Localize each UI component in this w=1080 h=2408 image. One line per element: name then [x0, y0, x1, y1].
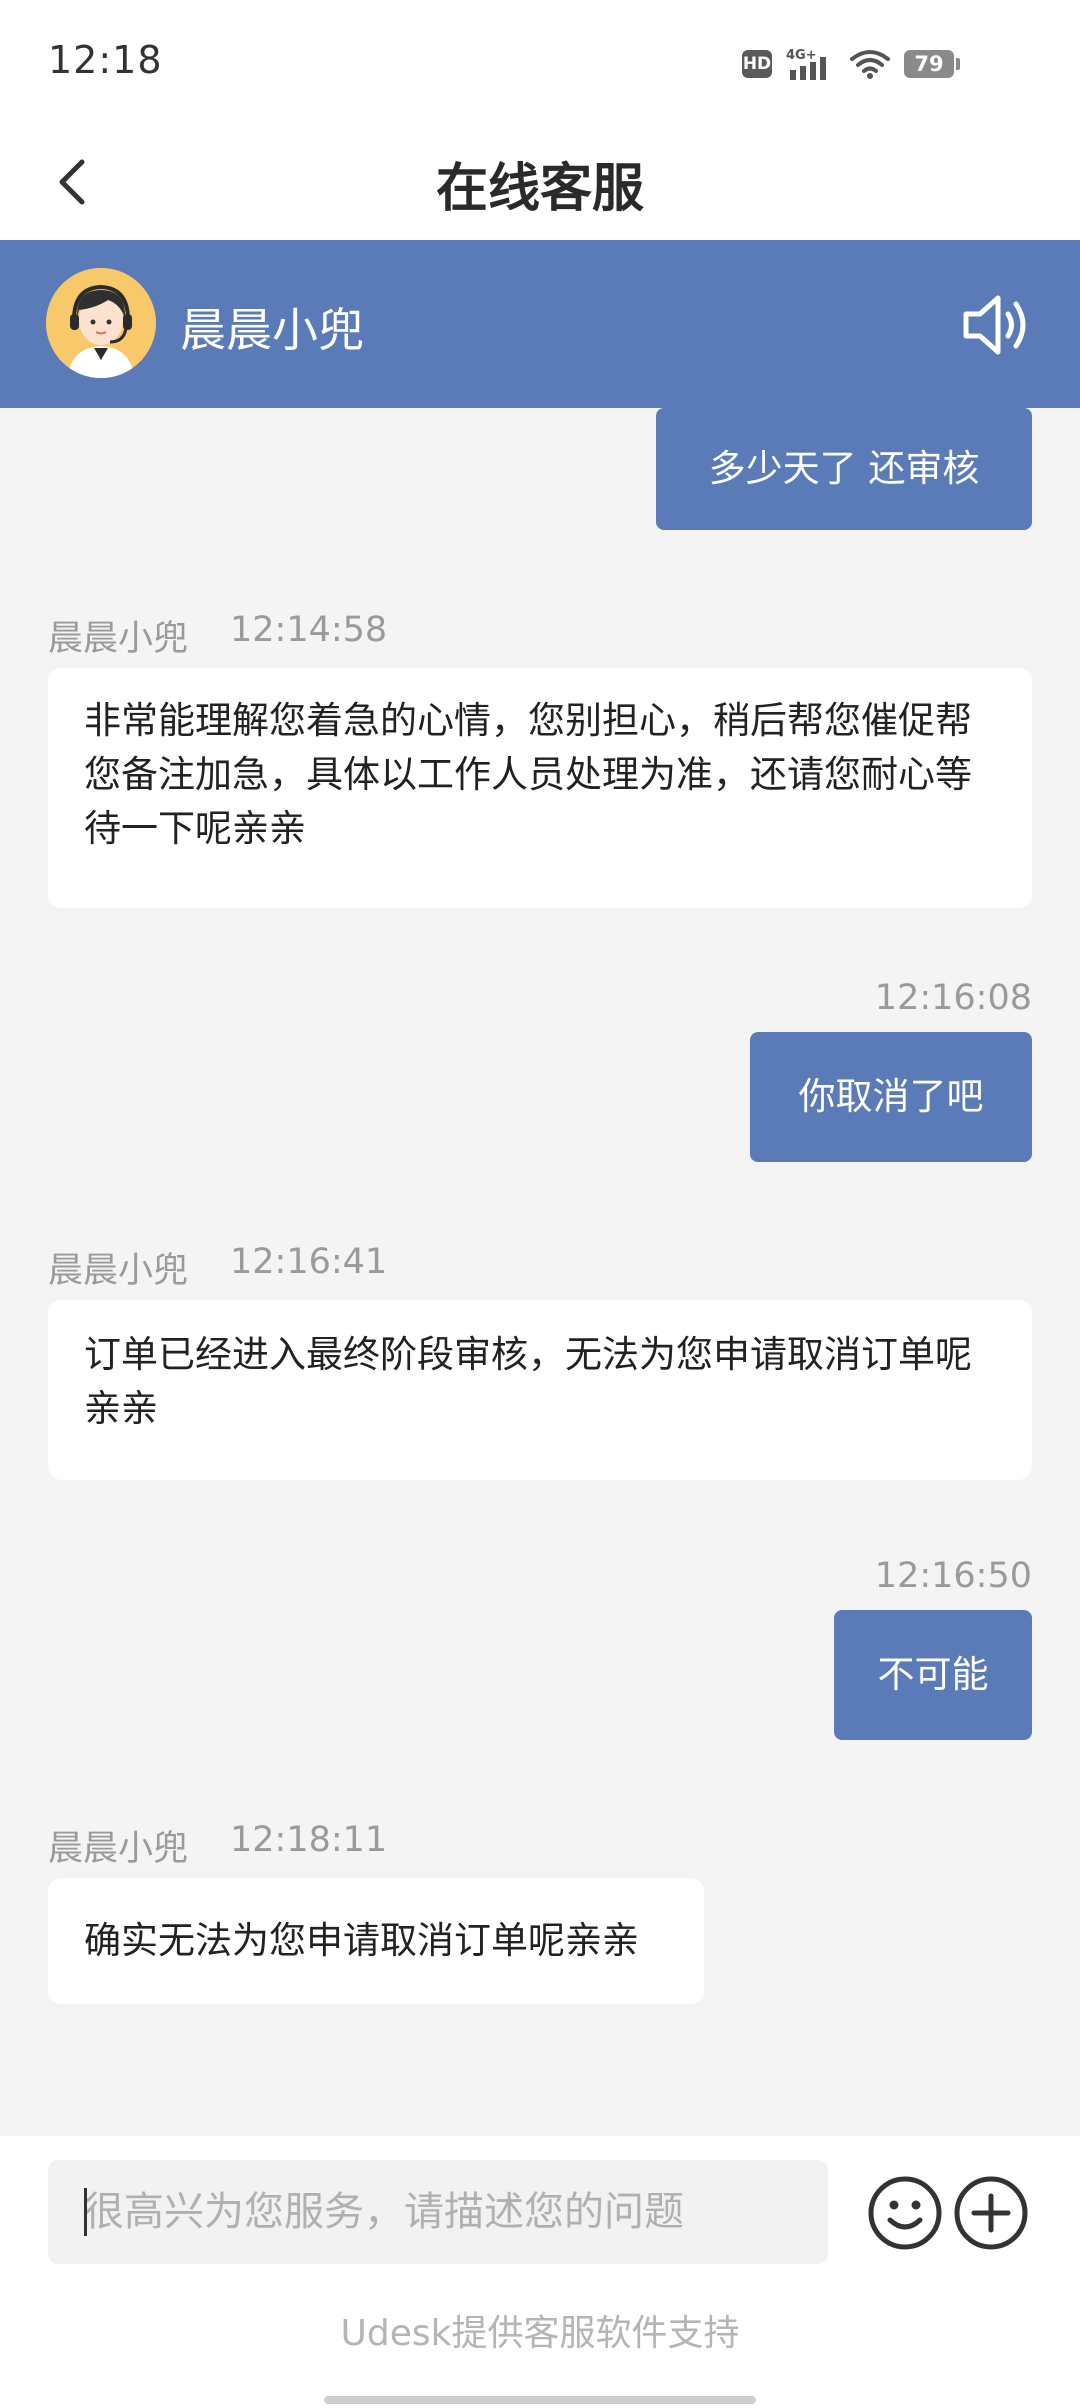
- home-indicator[interactable]: [324, 2396, 756, 2404]
- agent-message[interactable]: 确实无法为您申请取消订单呢亲亲: [48, 1878, 704, 2004]
- message-time: 12:18:11: [230, 1820, 388, 1860]
- customer-service-agent-avatar: [46, 268, 156, 378]
- agent-sender-name: 晨晨小兜: [48, 619, 189, 659]
- battery-tip: [956, 58, 960, 70]
- input-bar: Udesk提供客服软件支持: [0, 2136, 1080, 2408]
- user-message[interactable]: 多少天了 还审核: [656, 408, 1032, 530]
- status-icons: HD 4G+ 79: [742, 44, 960, 84]
- agent-sender-name: 晨晨小兜: [48, 1251, 189, 1291]
- page-title: 在线客服: [435, 159, 644, 219]
- title-bar: 在线客服: [0, 124, 1080, 240]
- agent-avatar: [46, 268, 156, 378]
- powered-by-text: Udesk提供客服软件支持: [340, 2313, 740, 2354]
- more-options-button[interactable]: [952, 2174, 1030, 2252]
- agent-message[interactable]: 非常能理解您着急的心情，您别担心，稍后帮您催促帮您备注加急，具体以工作人员处理为…: [48, 668, 1032, 908]
- user-message[interactable]: 你取消了吧: [750, 1032, 1032, 1162]
- battery-icon: 79: [904, 50, 960, 78]
- message-time: 12:16:08: [874, 978, 1032, 1018]
- agent-message[interactable]: 订单已经进入最终阶段审核，无法为您申请取消订单呢亲亲: [48, 1300, 1032, 1480]
- agent-name: 晨晨小兜: [180, 303, 364, 357]
- agent-sender-name: 晨晨小兜: [48, 1829, 189, 1869]
- speaker-button[interactable]: [960, 290, 1034, 360]
- hd-icon: HD: [742, 50, 772, 78]
- status-time: 12:18: [48, 38, 163, 82]
- message-time: 12:16:50: [874, 1556, 1032, 1596]
- wifi-icon: [850, 50, 890, 79]
- chat-area[interactable]: 多少天了 还审核 晨晨小兜 12:14:58 非常能理解您着急的心情，您别担心，…: [0, 408, 1080, 2136]
- message-time: 12:14:58: [230, 610, 388, 650]
- speaker-icon: [963, 295, 1026, 355]
- emoji-button[interactable]: [866, 2174, 944, 2252]
- plus-circle-icon: [954, 2176, 1028, 2250]
- status-bar: 12:18 HD 4G+ 79: [0, 0, 1080, 124]
- agent-header: 晨晨小兜: [0, 240, 1080, 408]
- network-type-label: 4G+: [786, 48, 817, 63]
- smiley-icon: [868, 2176, 942, 2250]
- user-message[interactable]: 不可能: [834, 1610, 1032, 1740]
- message-time: 12:16:41: [230, 1242, 388, 1282]
- signal-icon: 4G+: [786, 48, 826, 80]
- message-input[interactable]: [48, 2160, 828, 2264]
- battery-level: 79: [904, 50, 954, 78]
- text-caret: [84, 2188, 87, 2236]
